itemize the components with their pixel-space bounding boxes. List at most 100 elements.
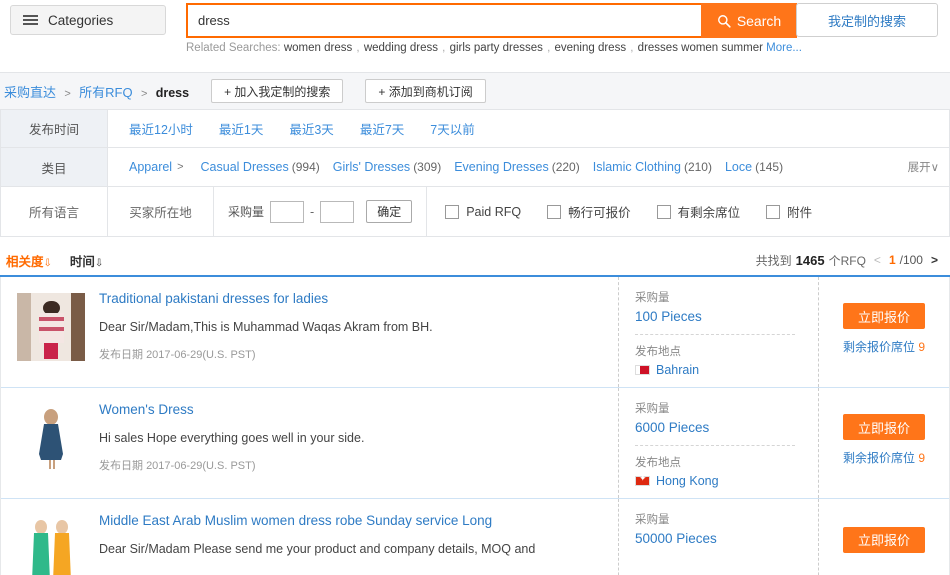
breadcrumb-current: dress xyxy=(155,85,190,100)
rfq-info: Women's Dress Hi sales Hope everything go… xyxy=(99,402,618,488)
rfq-date-value: 2017-06-29(U.S. PST) xyxy=(146,460,256,473)
category-root-apparel[interactable]: Apparel xyxy=(129,160,172,174)
pagination-prev-button[interactable]: < xyxy=(870,253,885,267)
found-count: 1465 xyxy=(795,252,825,268)
rfq-title-link[interactable]: Middle East Arab Muslim women dress robe… xyxy=(99,513,608,529)
rfq-remaining-slots[interactable]: 剩余报价席位 9 xyxy=(843,449,925,466)
category-option-count-2: (220) xyxy=(551,160,580,174)
filter-checkbox-2[interactable]: 有剩余席位 xyxy=(656,202,740,221)
category-option-0[interactable]: Casual Dresses xyxy=(201,160,289,174)
quantity-range-dash: - xyxy=(310,204,315,219)
pagination-total-pages: /100 xyxy=(899,253,923,267)
search-input[interactable] xyxy=(186,3,701,38)
category-option-3[interactable]: Islamic Clothing xyxy=(593,160,681,174)
quantity-min-input[interactable] xyxy=(270,200,305,223)
rfq-description: Dear Sir/Madam Please send me your produ… xyxy=(99,542,536,557)
filter-checkbox-1[interactable]: 畅行可报价 xyxy=(547,202,631,221)
breadcrumb-separator-1: > xyxy=(140,87,148,100)
quote-now-button[interactable]: 立即报价 xyxy=(843,414,925,440)
breadcrumb-item-1[interactable]: 所有RFQ xyxy=(79,85,132,100)
rfq-action-column: 立即报价剩余报价席位 9 xyxy=(818,277,949,387)
category-option-1[interactable]: Girls' Dresses xyxy=(333,160,410,174)
pagination-next-button[interactable]: > xyxy=(927,253,938,267)
checkbox-box-icon[interactable] xyxy=(766,204,781,219)
category-option-count-1: (309) xyxy=(413,160,442,174)
related-term[interactable]: girls party dresses xyxy=(450,42,543,54)
related-term[interactable]: wedding dress xyxy=(364,42,438,54)
quantity-max-input[interactable] xyxy=(320,200,355,223)
sort-by-time-label: 时间 xyxy=(69,254,95,269)
rfq-thumbnail[interactable] xyxy=(17,515,85,575)
related-searches-terms: women dress , wedding dress , girls part… xyxy=(284,42,766,54)
rfq-action-column: 立即报价 xyxy=(818,499,949,575)
checkbox-box-icon[interactable] xyxy=(547,204,562,219)
time-filter-option-3[interactable]: 最近7天 xyxy=(360,119,404,138)
filter-options-category: Apparel > Casual Dresses (994) Girls' Dres… xyxy=(108,148,949,186)
page-root: Categories Search 我定制的搜索 Related Searche… xyxy=(0,0,950,575)
filter-options-post-time: 最近12小时 最近1天 最近3天 最近7天 7天以前 xyxy=(108,110,949,147)
rfq-quantity-label: 采购量 xyxy=(635,292,670,304)
search-button-label: Search xyxy=(736,12,782,29)
related-searches-more-link[interactable]: More... xyxy=(766,42,802,54)
time-filter-option-4[interactable]: 7天以前 xyxy=(430,119,474,138)
rfq-title-link[interactable]: Women's Dress xyxy=(99,402,608,418)
related-term[interactable]: evening dress xyxy=(554,42,626,54)
filter-label-post-time: 发布时间 xyxy=(1,110,108,147)
filter-table: 发布时间 最近12小时 最近1天 最近3天 最近7天 7天以前 类目 Apparel >… xyxy=(0,110,950,187)
search-button[interactable]: Search xyxy=(701,3,797,38)
buyer-location-filter[interactable]: 买家所在地 xyxy=(108,187,214,236)
rfq-result-row: Middle East Arab Muslim women dress robe… xyxy=(1,499,949,575)
related-term-separator: , xyxy=(627,42,637,54)
rfq-quantity-value: 50000 Pieces xyxy=(635,531,717,546)
rfq-thumbnail[interactable] xyxy=(17,293,85,361)
sort-relevance-arrow-icon: ⇩ xyxy=(43,257,52,269)
quote-now-button[interactable]: 立即报价 xyxy=(843,526,925,553)
related-term[interactable]: dresses women summer xyxy=(638,42,763,54)
category-option-count-3: (210) xyxy=(683,160,712,174)
rfq-info: Middle East Arab Muslim women dress robe… xyxy=(99,513,618,575)
time-filter-option-2[interactable]: 最近3天 xyxy=(289,119,333,138)
category-option-2[interactable]: Evening Dresses xyxy=(454,160,549,174)
rfq-date-label: 发布日期 xyxy=(99,349,143,362)
time-filter-option-1[interactable]: 最近1天 xyxy=(219,119,263,138)
quantity-confirm-button[interactable]: 确定 xyxy=(366,200,413,223)
filter-checkbox-label: Paid RFQ xyxy=(466,204,522,219)
related-searches-label: Related Searches: xyxy=(186,42,281,54)
sort-by-time[interactable]: 时间⇩ xyxy=(70,251,103,270)
top-search-bar: Categories Search 我定制的搜索 Related Searche… xyxy=(0,0,950,72)
category-option-4[interactable]: Loce xyxy=(725,160,752,174)
checkbox-box-icon[interactable] xyxy=(656,204,671,219)
rfq-quantity-label: 采购量 xyxy=(635,514,670,526)
categories-button-label: Categories xyxy=(48,12,114,28)
my-custom-search-button[interactable]: 我定制的搜索 xyxy=(796,3,938,37)
search-form: Search xyxy=(186,3,797,38)
quote-now-button[interactable]: 立即报价 xyxy=(843,303,925,329)
rfq-date-value: 2017-06-29(U.S. PST) xyxy=(146,349,256,362)
rfq-remaining-slots-count: 9 xyxy=(918,451,926,465)
rfq-thumbnail[interactable] xyxy=(17,404,85,472)
quantity-filter-label: 采购量 xyxy=(228,205,265,219)
sort-by-relevance[interactable]: 相关度⇩ xyxy=(6,251,52,270)
categories-button[interactable]: Categories xyxy=(10,5,166,35)
rfq-remaining-slots-count: 9 xyxy=(918,340,926,354)
rfq-location: Bahrain xyxy=(635,363,818,377)
category-expand-toggle[interactable]: 展开∨ xyxy=(908,159,939,175)
related-term[interactable]: women dress xyxy=(284,42,352,54)
rfq-remaining-slots[interactable]: 剩余报价席位 9 xyxy=(843,338,925,355)
search-icon xyxy=(717,14,731,28)
filter-label-category: 类目 xyxy=(1,148,108,186)
rfq-title-link[interactable]: Traditional pakistani dresses for ladies xyxy=(99,291,608,307)
breadcrumb-item-0[interactable]: 采购直达 xyxy=(4,85,56,100)
rfq-country-name: Bahrain xyxy=(656,363,700,377)
language-filter[interactable]: 所有语言 xyxy=(1,187,108,236)
filter-checkbox-3[interactable]: 附件 xyxy=(766,202,812,221)
option-filter-bar: 所有语言 买家所在地 采购量 - 确定 Paid RFQ 畅行可报价 有剩余席位 附件 xyxy=(0,187,950,237)
filter-checkbox-0[interactable]: Paid RFQ xyxy=(445,204,522,219)
related-term-separator: , xyxy=(438,42,449,54)
sort-by-relevance-label: 相关度 xyxy=(6,254,44,269)
add-to-custom-search-button[interactable]: + 加入我定制的搜索 xyxy=(211,79,344,103)
checkbox-box-icon[interactable] xyxy=(445,204,460,219)
rfq-result-list: Traditional pakistani dresses for ladies… xyxy=(0,277,950,575)
add-to-opportunity-subscription-button[interactable]: + 添加到商机订阅 xyxy=(365,79,486,103)
time-filter-option-0[interactable]: 最近12小时 xyxy=(129,119,193,138)
